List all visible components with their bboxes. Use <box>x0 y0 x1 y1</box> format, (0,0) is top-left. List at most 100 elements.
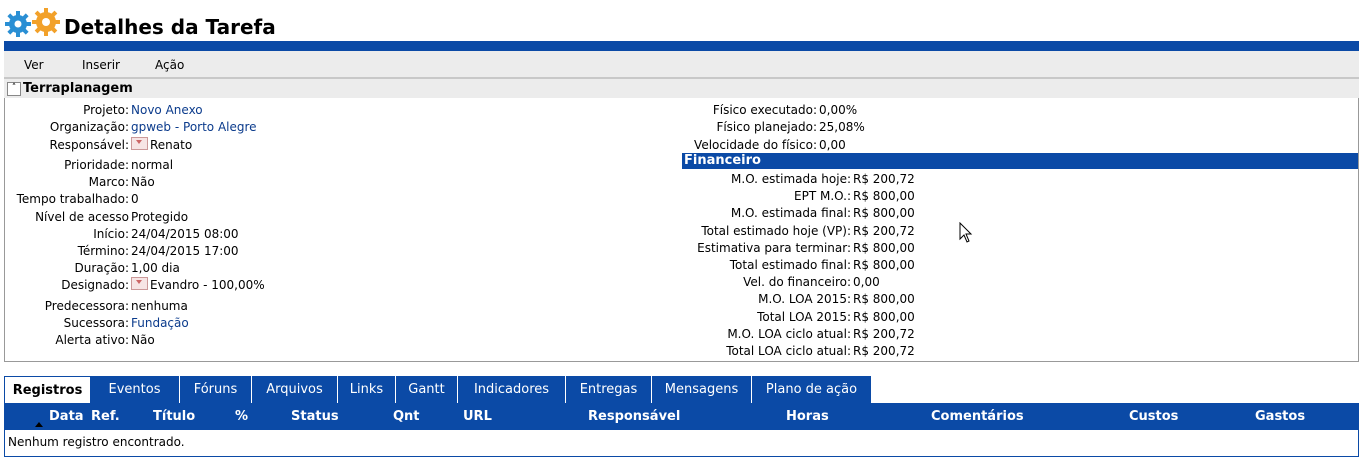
financeiro-value: 0,00 <box>853 275 880 289</box>
field-label: Marco: <box>88 175 129 189</box>
field-value-text: Não <box>131 333 155 347</box>
financeiro-value: R$ 200,72 <box>853 172 915 186</box>
financeiro-value: R$ 200,72 <box>853 224 915 238</box>
field-value-text: Protegido <box>131 210 189 224</box>
title-row: Detalhes da Tarefa <box>0 0 1360 41</box>
financeiro-label: Vel. do financeiro: <box>743 275 851 289</box>
financeiro-label: Estimativa para terminar: <box>697 241 851 255</box>
financeiro-value: R$ 800,00 <box>853 241 915 255</box>
registros-grid: Data Ref. Título% Status Qnt URL Responsável Ho… <box>4 403 1359 457</box>
column-header-t-tulo[interactable]: Título <box>153 409 195 424</box>
empty-message: Nenhum registro encontrado. <box>8 435 185 449</box>
sort-asc-icon <box>35 422 43 427</box>
grid-header: Data Ref. Título% Status Qnt URL Responsável Ho… <box>5 404 1358 430</box>
field-value: 25,08% <box>819 120 865 134</box>
field-label: Prioridade: <box>64 158 129 172</box>
gears-logo-icon <box>5 8 60 37</box>
financeiro-value: R$ 800,00 <box>853 258 915 272</box>
column-header-qnt[interactable]: Qnt <box>393 409 420 424</box>
financeiro-value: R$ 800,00 <box>853 189 915 203</box>
field-label: Sucessora: <box>63 316 129 330</box>
header-divider <box>4 41 1359 51</box>
field-value-text: 0 <box>131 192 139 206</box>
financeiro-label: M.O. estimada final: <box>730 206 851 220</box>
field-label: Nível de acesso <box>35 210 129 224</box>
section-title: Terraplanagem <box>23 81 133 96</box>
field-value: Não <box>131 174 155 191</box>
field-label: Velocidade do físico: <box>694 138 817 152</box>
task-details-panel: Projeto: Novo Anexo Organização: gpweb - Po… <box>4 98 1359 362</box>
column-header-gastos[interactable]: Gastos <box>1255 409 1305 424</box>
field-value: Renato <box>131 137 192 154</box>
field-value: Não <box>131 332 155 349</box>
field-value-text: Fundação <box>131 316 189 330</box>
field-label: Físico executado: <box>712 103 817 117</box>
financeiro-value: R$ 200,72 <box>853 344 915 358</box>
field-value: 24/04/2015 08:00 <box>131 226 239 243</box>
field-label: Duração: <box>74 261 129 275</box>
financeiro-label: M.O. LOA ciclo atual: <box>727 327 851 341</box>
tab-registros[interactable]: Registros <box>4 376 91 404</box>
user-select-icon[interactable] <box>131 137 148 150</box>
field-value-text: Não <box>131 175 155 189</box>
column-header-coment-rios[interactable]: Comentários <box>931 409 1024 424</box>
field-value[interactable]: gpweb - Porto Alegre <box>131 119 257 136</box>
menu-ver[interactable]: Ver <box>24 58 44 72</box>
field-value: nenhuma <box>131 298 188 315</box>
column-header-status[interactable]: Status <box>291 409 339 424</box>
field-value[interactable]: Novo Anexo <box>131 102 203 119</box>
section-header: ˄ Terraplanagem <box>4 78 1359 99</box>
tab-f-runs[interactable]: Fóruns <box>180 376 252 403</box>
financeiro-label: Total LOA ciclo atual: <box>726 344 851 358</box>
field-value: 0,00 <box>819 138 846 152</box>
tab-links[interactable]: Links <box>338 376 396 403</box>
field-label: Físico planejado: <box>716 120 817 134</box>
collapse-up-icon[interactable]: ˄ <box>7 82 21 96</box>
financeiro-label: Total LOA 2015: <box>757 310 851 324</box>
field-value-text: gpweb - Porto Alegre <box>131 120 257 134</box>
column-header-percent[interactable]: % <box>235 409 248 424</box>
financeiro-value: R$ 200,72 <box>853 327 915 341</box>
column-header-ref-[interactable]: Ref. <box>91 409 120 424</box>
field-value: 1,00 dia <box>131 260 180 277</box>
field-label: Tempo trabalhado: <box>16 192 129 206</box>
column-header-data[interactable]: Data <box>49 409 84 424</box>
financeiro-value: R$ 800,00 <box>853 206 915 220</box>
menu-inserir[interactable]: Inserir <box>82 58 120 72</box>
tab-gantt[interactable]: Gantt <box>396 376 458 403</box>
field-value-text: nenhuma <box>131 299 188 313</box>
tab-eventos[interactable]: Eventos <box>90 376 180 403</box>
user-select-icon[interactable] <box>131 277 148 290</box>
column-header-horas[interactable]: Horas <box>786 409 829 424</box>
field-value: Evandro - 100,00% <box>131 277 265 294</box>
field-label: Término: <box>77 244 129 258</box>
financeiro-label: EPT M.O.: <box>794 189 851 203</box>
menu-acao[interactable]: Ação <box>155 58 184 72</box>
column-header-custos[interactable]: Custos <box>1129 409 1178 424</box>
field-label: Responsável: <box>49 138 129 152</box>
menubar: Ver Inserir Ação <box>4 51 1359 78</box>
financeiro-value: R$ 800,00 <box>853 292 915 306</box>
field-value-text: Evandro - 100,00% <box>150 278 265 292</box>
field-value: Protegido <box>131 209 188 226</box>
tab-plano-de-a-o[interactable]: Plano de ação <box>752 376 872 403</box>
field-value: 0 <box>131 191 139 208</box>
field-value-text: 1,00 dia <box>131 261 180 275</box>
financeiro-value: R$ 800,00 <box>853 310 915 324</box>
tab-mensagens[interactable]: Mensagens <box>652 376 752 403</box>
field-value-text: Renato <box>150 138 193 152</box>
field-label: Designado: <box>61 278 129 292</box>
tab-indicadores[interactable]: Indicadores <box>458 376 566 403</box>
field-label: Organização: <box>49 120 129 134</box>
field-value[interactable]: Fundação <box>131 315 189 332</box>
tab-arquivos[interactable]: Arquivos <box>252 376 338 403</box>
tab-entregas[interactable]: Entregas <box>566 376 652 403</box>
field-label: Projeto: <box>83 103 129 117</box>
page-title: Detalhes da Tarefa <box>64 15 276 39</box>
financeiro-header: Financeiro <box>682 153 1358 169</box>
column-header-respons-vel[interactable]: Responsável <box>588 409 680 424</box>
financeiro-label: Total estimado final: <box>729 258 851 272</box>
field-label: Início: <box>93 227 129 241</box>
field-value-text: Novo Anexo <box>131 103 203 117</box>
column-header-url[interactable]: URL <box>463 409 492 424</box>
